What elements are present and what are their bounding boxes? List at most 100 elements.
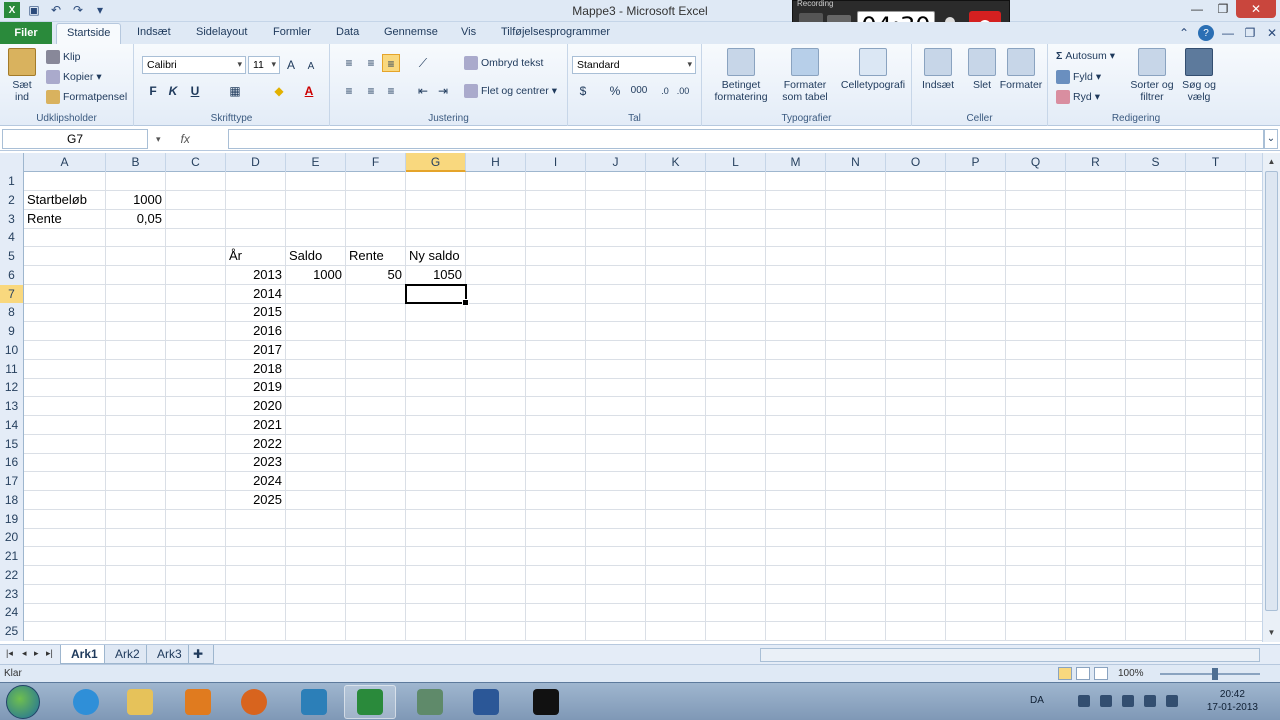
cell-b11[interactable] [106, 359, 166, 379]
cell-b8[interactable] [106, 303, 166, 323]
cell-h16[interactable] [466, 453, 526, 473]
cell-i7[interactable] [526, 284, 586, 304]
cell-q6[interactable] [1006, 265, 1066, 285]
cell-r8[interactable] [1066, 303, 1126, 323]
align-bottom-icon[interactable]: ≡ [382, 54, 400, 72]
cell-q24[interactable] [1006, 603, 1066, 623]
cell-t3[interactable] [1186, 209, 1246, 229]
cell-j17[interactable] [586, 472, 646, 491]
cell-p6[interactable] [946, 265, 1006, 285]
cell-q1[interactable] [1006, 172, 1066, 191]
cell-q14[interactable] [1006, 415, 1066, 435]
cell-t6[interactable] [1186, 265, 1246, 285]
cell-k1[interactable] [646, 172, 706, 191]
cell-r10[interactable] [1066, 340, 1126, 360]
tab-vis[interactable]: Vis [461, 26, 476, 38]
row-header-17[interactable]: 17 [0, 472, 24, 491]
sheet-tab-ark2[interactable]: Ark2 [104, 645, 151, 664]
cell-q22[interactable] [1006, 565, 1066, 585]
cell-p5[interactable] [946, 247, 1006, 266]
cell-g17[interactable] [406, 472, 466, 491]
cell-q16[interactable] [1006, 453, 1066, 473]
cell-p21[interactable] [946, 547, 1006, 566]
cell-o16[interactable] [886, 453, 946, 473]
cell-e25[interactable] [286, 622, 346, 641]
cell-s21[interactable] [1126, 547, 1186, 566]
zoom-slider[interactable] [1160, 668, 1260, 680]
cell-f6[interactable]: 50 [346, 265, 406, 285]
cell-c8[interactable] [166, 303, 226, 323]
cell-s22[interactable] [1126, 565, 1186, 585]
cell-e4[interactable] [286, 228, 346, 248]
cell-n8[interactable] [826, 303, 886, 323]
cell-s8[interactable] [1126, 303, 1186, 323]
row-header-21[interactable]: 21 [0, 547, 24, 566]
cell-a23[interactable] [24, 584, 106, 604]
cell-n14[interactable] [826, 415, 886, 435]
cell-j18[interactable] [586, 490, 646, 510]
cell-p3[interactable] [946, 209, 1006, 229]
cell-n25[interactable] [826, 622, 886, 641]
cell-j21[interactable] [586, 547, 646, 566]
cell-t7[interactable] [1186, 284, 1246, 304]
cell-d21[interactable] [226, 547, 286, 566]
number-format-combo[interactable]: Standard [572, 56, 696, 74]
cell-h13[interactable] [466, 397, 526, 416]
cell-m19[interactable] [766, 509, 826, 529]
cell-b22[interactable] [106, 565, 166, 585]
doc-close-icon[interactable]: ✕ [1264, 25, 1280, 41]
cell-c9[interactable] [166, 322, 226, 341]
cell-d1[interactable] [226, 172, 286, 191]
cell-c12[interactable] [166, 378, 226, 398]
cell-g13[interactable] [406, 397, 466, 416]
cell-a24[interactable] [24, 603, 106, 623]
cell-m20[interactable] [766, 528, 826, 548]
cell-q3[interactable] [1006, 209, 1066, 229]
cut-button[interactable]: Klip [46, 50, 81, 64]
cell-a7[interactable] [24, 284, 106, 304]
cell-k5[interactable] [646, 247, 706, 266]
cell-d16[interactable]: 2023 [226, 453, 286, 473]
fill-button[interactable]: Fyld ▾ [1056, 70, 1101, 84]
cell-o5[interactable] [886, 247, 946, 266]
cell-m17[interactable] [766, 472, 826, 491]
conditional-formatting-button[interactable]: Betinget formatering [708, 48, 774, 103]
cell-n16[interactable] [826, 453, 886, 473]
volume-icon[interactable] [1122, 695, 1134, 707]
cell-j8[interactable] [586, 303, 646, 323]
cell-m21[interactable] [766, 547, 826, 566]
cell-l18[interactable] [706, 490, 766, 510]
sort-filter-button[interactable]: Sorter og filtrer [1128, 48, 1176, 103]
cell-r4[interactable] [1066, 228, 1126, 248]
cell-n2[interactable] [826, 190, 886, 210]
cell-e3[interactable] [286, 209, 346, 229]
cell-f18[interactable] [346, 490, 406, 510]
wrap-text-button[interactable]: Ombryd tekst [464, 56, 543, 70]
cell-p9[interactable] [946, 322, 1006, 341]
cell-i25[interactable] [526, 622, 586, 641]
cell-g14[interactable] [406, 415, 466, 435]
cell-f11[interactable] [346, 359, 406, 379]
cell-f22[interactable] [346, 565, 406, 585]
cell-d8[interactable]: 2015 [226, 303, 286, 323]
cell-l11[interactable] [706, 359, 766, 379]
cell-c23[interactable] [166, 584, 226, 604]
cell-n7[interactable] [826, 284, 886, 304]
font-color-icon[interactable]: A [300, 82, 318, 100]
cell-t20[interactable] [1186, 528, 1246, 548]
clear-button[interactable]: Ryd ▾ [1056, 90, 1100, 104]
shrink-font-icon[interactable]: A [302, 58, 320, 76]
cell-f16[interactable] [346, 453, 406, 473]
cell-j4[interactable] [586, 228, 646, 248]
cell-q19[interactable] [1006, 509, 1066, 529]
cell-t10[interactable] [1186, 340, 1246, 360]
cell-l14[interactable] [706, 415, 766, 435]
cell-m7[interactable] [766, 284, 826, 304]
cell-e7[interactable] [286, 284, 346, 304]
cell-c14[interactable] [166, 415, 226, 435]
cell-t17[interactable] [1186, 472, 1246, 491]
cell-i24[interactable] [526, 603, 586, 623]
cell-q2[interactable] [1006, 190, 1066, 210]
cell-q21[interactable] [1006, 547, 1066, 566]
cell-n4[interactable] [826, 228, 886, 248]
